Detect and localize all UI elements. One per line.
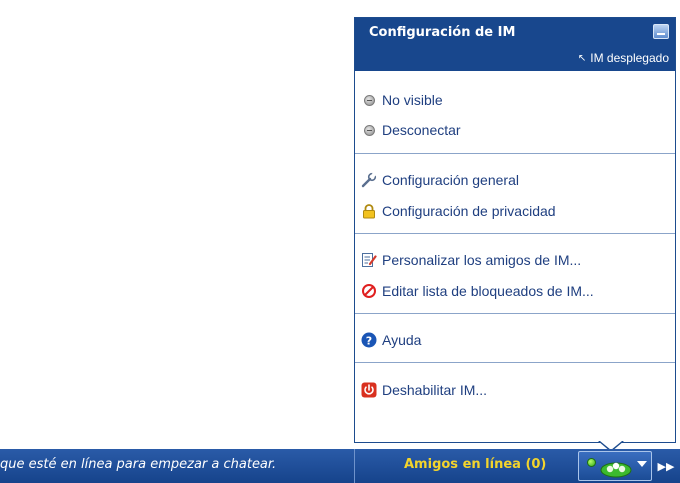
menu-item-label: Personalizar los amigos de IM...	[382, 252, 582, 268]
wrench-icon	[361, 172, 377, 188]
lock-icon	[361, 203, 377, 219]
im-settings-button[interactable]	[578, 451, 652, 481]
menu-item-privacy-settings[interactable]: Configuración de privacidad	[361, 201, 556, 221]
divider	[354, 449, 355, 483]
divider	[355, 153, 675, 154]
divider	[355, 233, 675, 234]
panel-header: Configuración de IM ↖ IM desplegado	[355, 18, 675, 71]
menu-item-label: Ayuda	[382, 332, 422, 348]
block-icon	[361, 283, 377, 299]
buddy-icon	[599, 458, 633, 482]
menu-item-label: Configuración general	[382, 172, 519, 188]
gray-status-icon	[361, 92, 377, 108]
friends-online-button[interactable]: Amigos en línea (0)	[404, 457, 546, 472]
menu-item-disable-im[interactable]: Deshabilitar IM...	[361, 380, 487, 400]
menu-item-label: Editar lista de bloqueados de IM...	[382, 283, 594, 299]
svg-text:?: ?	[366, 335, 372, 348]
online-status-icon	[587, 458, 596, 467]
menu-item-customize-friends[interactable]: Personalizar los amigos de IM...	[361, 250, 581, 270]
panel-title: Configuración de IM	[369, 25, 516, 40]
power-icon	[361, 382, 377, 398]
menu-item-label: Deshabilitar IM...	[382, 382, 488, 398]
menu-item-general-settings[interactable]: Configuración general	[361, 170, 519, 190]
menu-item-edit-blocked[interactable]: Editar lista de bloqueados de IM...	[361, 281, 594, 301]
menu-item-label: No visible	[382, 92, 443, 108]
divider	[355, 362, 675, 363]
edit-list-icon	[361, 252, 377, 268]
undock-label: IM desplegado	[590, 51, 669, 65]
gray-status-icon	[361, 122, 377, 138]
menu-item-label: Configuración de privacidad	[382, 203, 556, 219]
im-bottom-bar: que esté en línea para empezar a chatear…	[0, 449, 680, 483]
undock-link[interactable]: ↖ IM desplegado	[578, 51, 669, 65]
menu-item-help[interactable]: ? Ayuda	[361, 330, 421, 350]
menu-item-invisible[interactable]: No visible	[361, 90, 443, 110]
chevron-down-icon	[637, 461, 647, 467]
im-settings-panel: Configuración de IM ↖ IM desplegado No v…	[354, 17, 676, 443]
help-icon: ?	[361, 332, 377, 348]
menu-item-label: Desconectar	[382, 122, 461, 138]
menu-item-disconnect[interactable]: Desconectar	[361, 120, 461, 140]
status-message: que esté en línea para empezar a chatear…	[0, 457, 277, 472]
scroll-right-icon[interactable]: ▶▶	[656, 454, 676, 478]
undock-arrow-icon: ↖	[577, 52, 587, 64]
divider	[355, 313, 675, 314]
minimize-button[interactable]	[653, 24, 669, 39]
